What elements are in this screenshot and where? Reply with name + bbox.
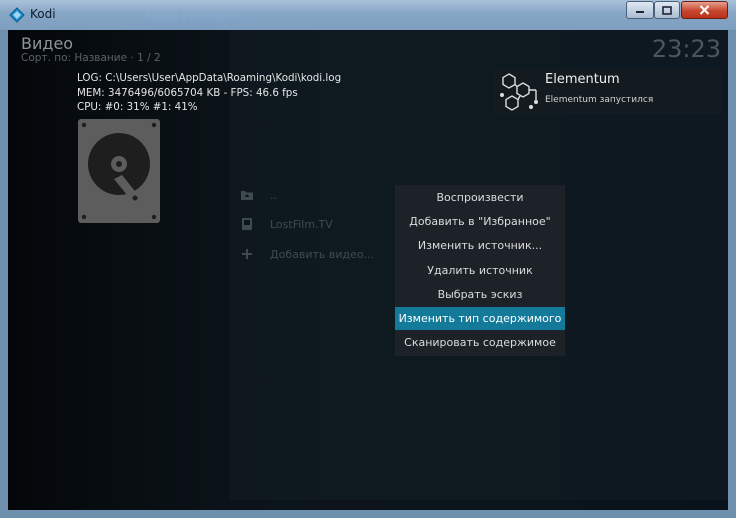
network-source-icon — [240, 217, 254, 231]
list-item-lostfilm[interactable]: LostFilm.TV — [240, 214, 333, 234]
list-item-parent-folder[interactable]: .. — [240, 185, 277, 205]
page-title: Видео — [21, 34, 74, 53]
list-item-label: LostFilm.TV — [270, 217, 333, 231]
hard-disk-icon — [78, 119, 160, 223]
debug-cpu-line: CPU: #0: 31% #1: 41% — [77, 101, 198, 113]
maximize-icon — [655, 2, 679, 18]
notification-message: Elementum запустился — [545, 95, 654, 105]
window-title: Kodi — [30, 7, 56, 21]
context-menu-item-add-favourites[interactable]: Добавить в "Избранное" — [395, 210, 565, 233]
minimize-icon — [627, 2, 653, 18]
context-menu-item-remove-source[interactable]: Удалить источник — [395, 259, 565, 282]
notification-toast: Elementum Elementum запустился — [494, 69, 721, 114]
context-menu-item-play[interactable]: Воспроизвести — [395, 186, 565, 209]
window-ghost-title: Media Preference — [146, 9, 242, 22]
kodi-window: Видео Сорт. по: Название · 1 / 2 23:23 L… — [8, 30, 728, 510]
maximize-button[interactable] — [654, 1, 680, 19]
list-item-label: Добавить видео... — [270, 247, 375, 261]
plus-icon — [240, 247, 254, 261]
context-menu: Воспроизвести Добавить в "Избранное" Изм… — [395, 185, 565, 356]
list-item-add-video[interactable]: Добавить видео... — [240, 244, 374, 264]
debug-log-line: LOG: C:\Users\User\AppData\Roaming\Kodi\… — [77, 72, 342, 84]
context-menu-item-choose-thumbnail[interactable]: Выбрать эскиз — [395, 283, 565, 306]
context-menu-item-scan[interactable]: Сканировать содержимое — [395, 331, 565, 354]
notification-title: Elementum — [545, 72, 620, 87]
debug-overlay: LOG: C:\Users\User\AppData\Roaming\Kodi\… — [77, 71, 341, 115]
context-menu-item-edit-source[interactable]: Изменить источник... — [395, 234, 565, 257]
sort-info: Сорт. по: Название · 1 / 2 — [21, 52, 161, 64]
close-button[interactable] — [681, 1, 728, 19]
window-titlebar[interactable]: Kodi Media Preference — [0, 0, 736, 30]
elementum-hexagon-icon — [498, 71, 540, 113]
folder-up-icon — [240, 188, 254, 202]
debug-mem-line: MEM: 3476496/6065704 KB - FPS: 46.6 fps — [77, 86, 298, 99]
kodi-logo-icon — [9, 7, 25, 23]
context-menu-item-set-content[interactable]: Изменить тип содержимого — [395, 307, 565, 330]
clock: 23:23 — [651, 35, 721, 63]
list-item-label: .. — [270, 188, 277, 202]
close-icon — [682, 2, 727, 18]
minimize-button[interactable] — [626, 1, 654, 19]
